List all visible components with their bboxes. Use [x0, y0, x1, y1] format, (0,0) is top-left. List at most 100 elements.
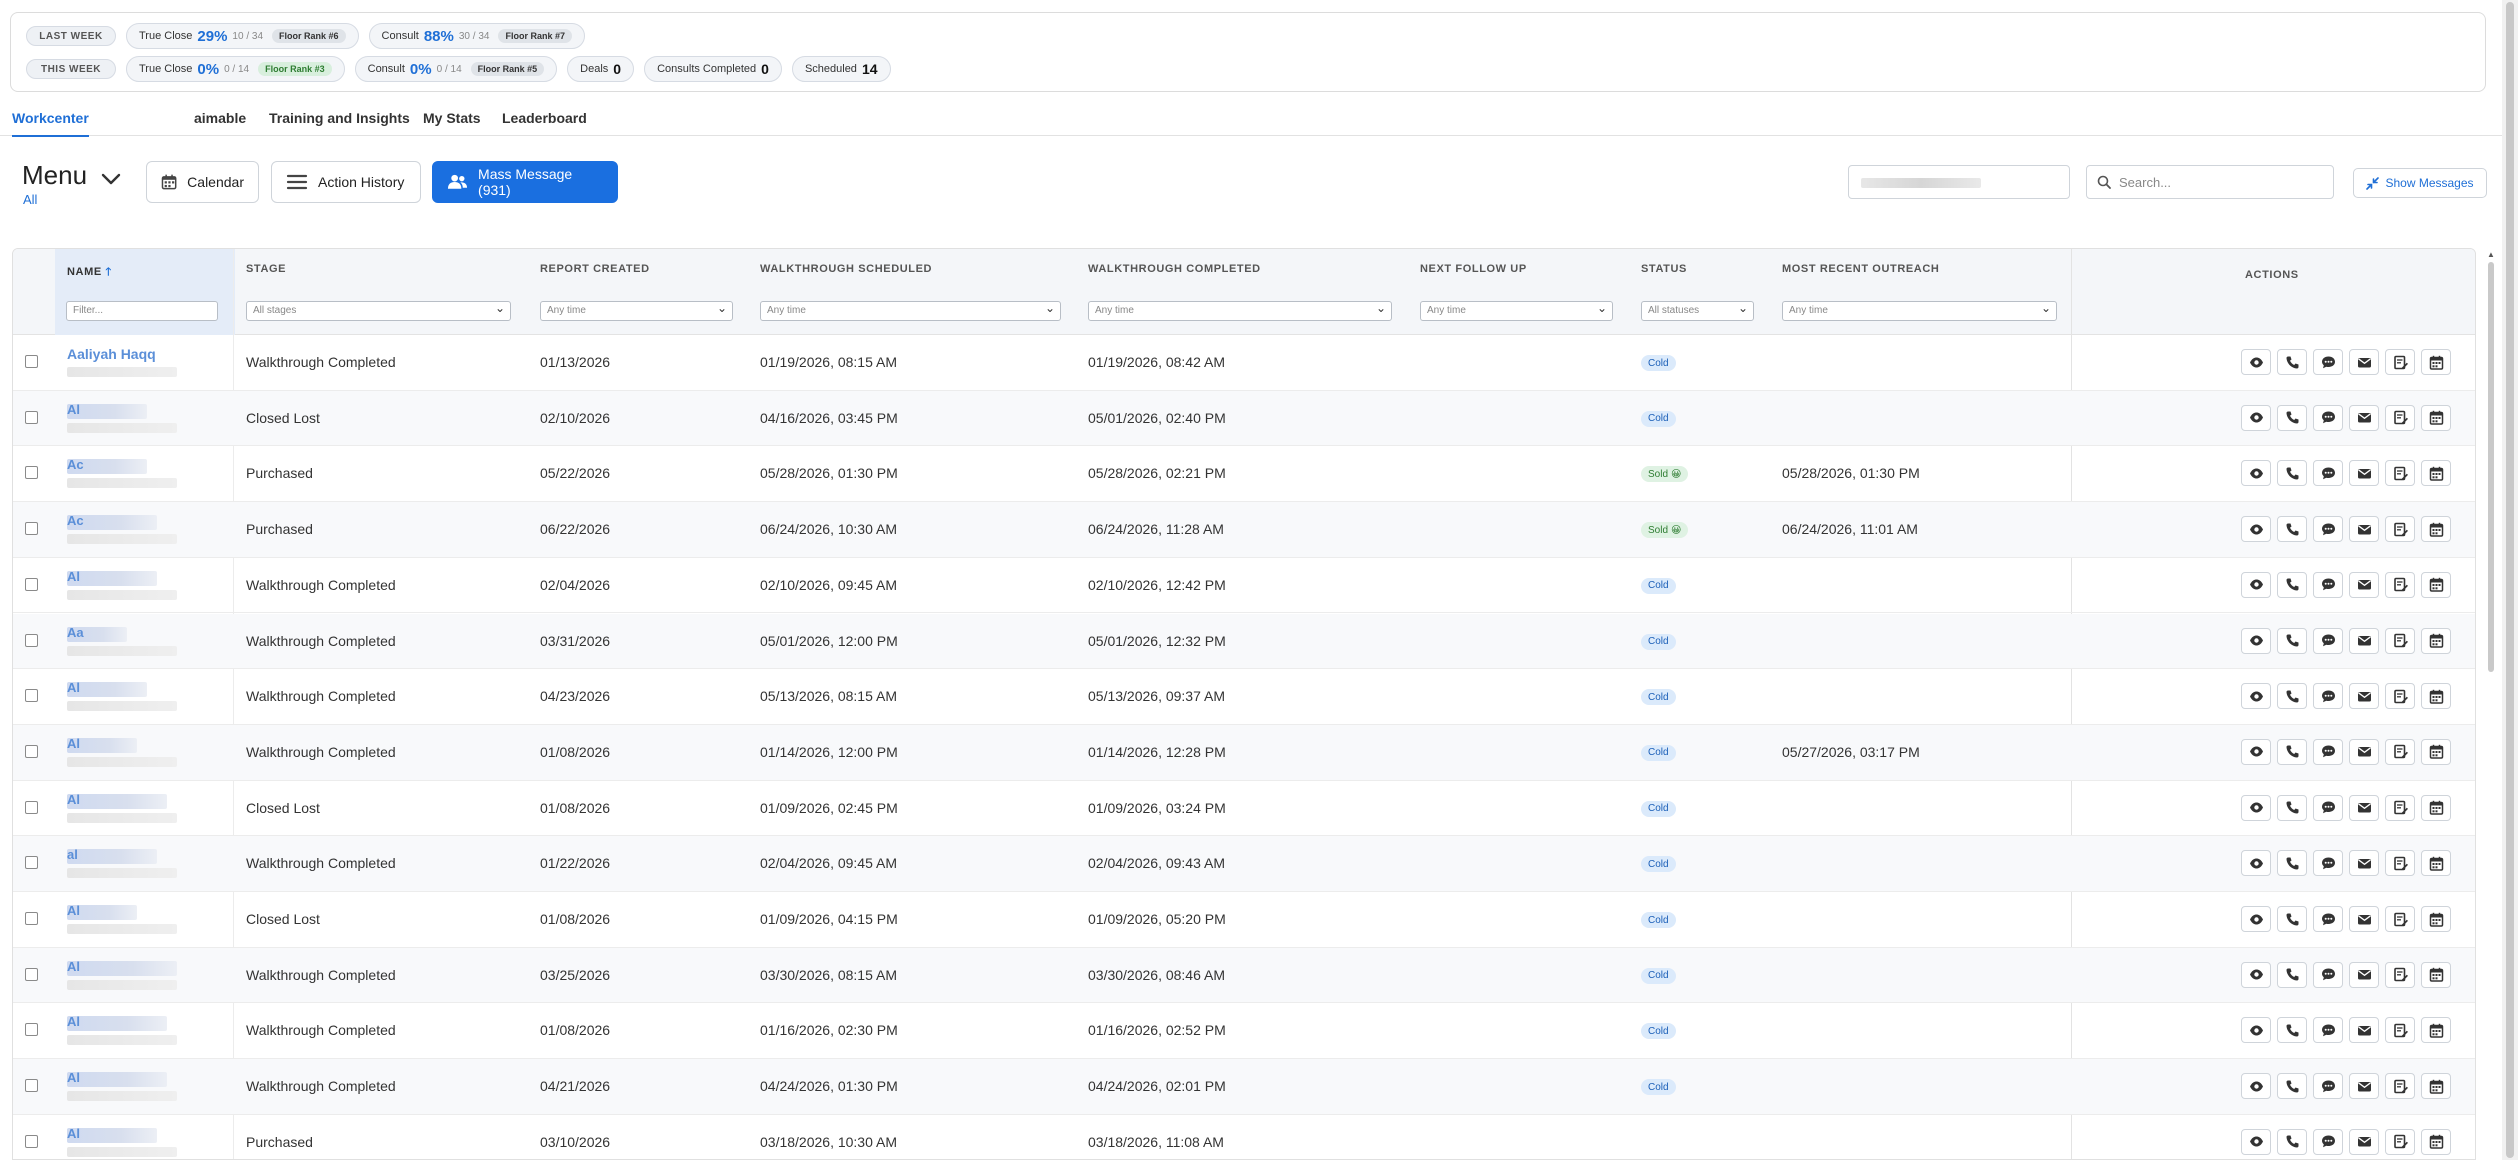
note-action-button[interactable] [2385, 906, 2415, 932]
chat-action-button[interactable] [2313, 683, 2343, 710]
chat-action-button[interactable] [2313, 627, 2343, 654]
note-action-button[interactable] [2385, 1128, 2415, 1155]
row-checkbox[interactable] [25, 466, 38, 480]
lead-name-link[interactable]: Al [67, 1070, 217, 1085]
note-action-button[interactable] [2385, 460, 2415, 487]
menu-title[interactable]: Menu [22, 160, 87, 191]
phone-action-button[interactable] [2277, 794, 2307, 821]
tab-workcenter[interactable]: Workcenter [12, 110, 89, 137]
calendar-action-button[interactable] [2421, 738, 2451, 765]
note-action-button[interactable] [2385, 1017, 2415, 1044]
mail-action-button[interactable] [2349, 404, 2379, 431]
walkthrough-completed-filter-select[interactable]: Any time [1088, 301, 1392, 321]
table-row[interactable]: Al Closed Lost 01/08/2026 01/09/2026, 02:45… [13, 781, 2475, 837]
mail-action-button[interactable] [2349, 1128, 2379, 1155]
chat-action-button[interactable] [2313, 516, 2343, 543]
table-scrollbar[interactable]: ▲ [2486, 248, 2496, 1160]
calendar-action-button[interactable] [2421, 794, 2451, 821]
lead-name-link[interactable]: Al [67, 1014, 217, 1029]
note-action-button[interactable] [2385, 349, 2415, 375]
mass-message-button[interactable]: Mass Message (931) [432, 161, 618, 203]
table-row[interactable]: Ac Purchased 05/22/2026 05/28/2026, 01:30 P… [13, 446, 2475, 503]
chat-action-button[interactable] [2313, 961, 2343, 988]
eye-action-button[interactable] [2241, 571, 2271, 598]
note-action-button[interactable] [2385, 516, 2415, 543]
note-action-button[interactable] [2385, 850, 2415, 877]
chat-action-button[interactable] [2313, 850, 2343, 877]
calendar-action-button[interactable] [2421, 850, 2451, 877]
tab-redacted[interactable] [88, 110, 119, 126]
note-action-button[interactable] [2385, 1073, 2415, 1100]
table-row[interactable]: Al Walkthrough Completed 01/08/2026 01/16/2… [13, 1003, 2475, 1060]
page-scrollbar-thumb[interactable] [2506, 2, 2514, 1158]
mail-action-button[interactable] [2349, 627, 2379, 654]
stage-filter-select[interactable]: All stages [246, 301, 511, 321]
row-checkbox[interactable] [25, 633, 38, 647]
eye-action-button[interactable] [2241, 1128, 2271, 1155]
phone-action-button[interactable] [2277, 1017, 2307, 1044]
lead-name-link[interactable]: Al [67, 736, 217, 751]
name-filter-input[interactable]: Filter... [66, 301, 218, 321]
eye-action-button[interactable] [2241, 460, 2271, 487]
next-follow-up-filter-select[interactable]: Any time [1420, 301, 1613, 321]
note-action-button[interactable] [2385, 794, 2415, 821]
note-action-button[interactable] [2385, 571, 2415, 598]
calendar-action-button[interactable] [2421, 404, 2451, 431]
calendar-action-button[interactable] [2421, 1017, 2451, 1044]
phone-action-button[interactable] [2277, 516, 2307, 543]
lead-name-link[interactable]: Al [67, 569, 217, 584]
row-checkbox[interactable] [25, 1134, 38, 1148]
eye-action-button[interactable] [2241, 516, 2271, 543]
redacted-field[interactable] [1848, 165, 2070, 199]
tab-my-stats[interactable]: My Stats [423, 110, 481, 126]
table-row[interactable]: Aaliyah Haqq Walkthrough Completed 01/13/2… [13, 335, 2475, 391]
phone-action-button[interactable] [2277, 961, 2307, 988]
phone-action-button[interactable] [2277, 850, 2307, 877]
tab-aimable[interactable]: aimable [194, 110, 246, 126]
lead-name-link[interactable]: Al [67, 680, 217, 695]
lead-name-link[interactable]: Aa [67, 625, 217, 640]
chat-action-button[interactable] [2313, 1073, 2343, 1100]
lead-name-link[interactable]: Al [67, 1126, 217, 1141]
table-row[interactable]: al Walkthrough Completed 01/22/2026 02/04/2… [13, 836, 2475, 892]
mail-action-button[interactable] [2349, 961, 2379, 988]
note-action-button[interactable] [2385, 738, 2415, 765]
lead-name-link[interactable]: Al [67, 959, 217, 974]
walkthrough-scheduled-filter-select[interactable]: Any time [760, 301, 1061, 321]
lead-name-link[interactable]: Ac [67, 513, 217, 528]
note-action-button[interactable] [2385, 683, 2415, 710]
mail-action-button[interactable] [2349, 349, 2379, 375]
table-row[interactable]: Al Closed Lost 01/08/2026 01/09/2026, 04:15… [13, 892, 2475, 948]
row-checkbox[interactable] [25, 355, 38, 368]
mail-action-button[interactable] [2349, 738, 2379, 765]
row-checkbox[interactable] [25, 800, 38, 814]
phone-action-button[interactable] [2277, 1128, 2307, 1155]
chat-action-button[interactable] [2313, 460, 2343, 487]
eye-action-button[interactable] [2241, 906, 2271, 932]
column-header-report-created[interactable]: REPORT CREATED [540, 263, 650, 275]
most-recent-outreach-filter-select[interactable]: Any time [1782, 301, 2057, 321]
mail-action-button[interactable] [2349, 850, 2379, 877]
chat-action-button[interactable] [2313, 571, 2343, 598]
table-row[interactable]: Aa Walkthrough Completed 03/31/2026 05/01/2… [13, 613, 2475, 670]
calendar-action-button[interactable] [2421, 683, 2451, 710]
note-action-button[interactable] [2385, 404, 2415, 431]
tab-training-and-insights[interactable]: Training and Insights [269, 110, 410, 126]
eye-action-button[interactable] [2241, 349, 2271, 375]
eye-action-button[interactable] [2241, 683, 2271, 710]
chat-action-button[interactable] [2313, 906, 2343, 932]
chat-action-button[interactable] [2313, 404, 2343, 431]
eye-action-button[interactable] [2241, 404, 2271, 431]
phone-action-button[interactable] [2277, 1073, 2307, 1100]
column-header-status[interactable]: STATUS [1641, 263, 1687, 275]
mail-action-button[interactable] [2349, 683, 2379, 710]
lead-name-link[interactable]: Ac [67, 457, 217, 472]
row-checkbox[interactable] [25, 522, 38, 536]
column-header-next-follow-up[interactable]: NEXT FOLLOW UP [1420, 263, 1527, 275]
table-row[interactable]: Al Purchased 03/10/2026 03/18/2026, 10:30 A… [13, 1115, 2475, 1159]
column-header-stage[interactable]: STAGE [246, 263, 286, 275]
row-checkbox[interactable] [25, 410, 38, 424]
chat-action-button[interactable] [2313, 794, 2343, 821]
table-scrollbar-thumb[interactable] [2488, 262, 2494, 672]
eye-action-button[interactable] [2241, 850, 2271, 877]
